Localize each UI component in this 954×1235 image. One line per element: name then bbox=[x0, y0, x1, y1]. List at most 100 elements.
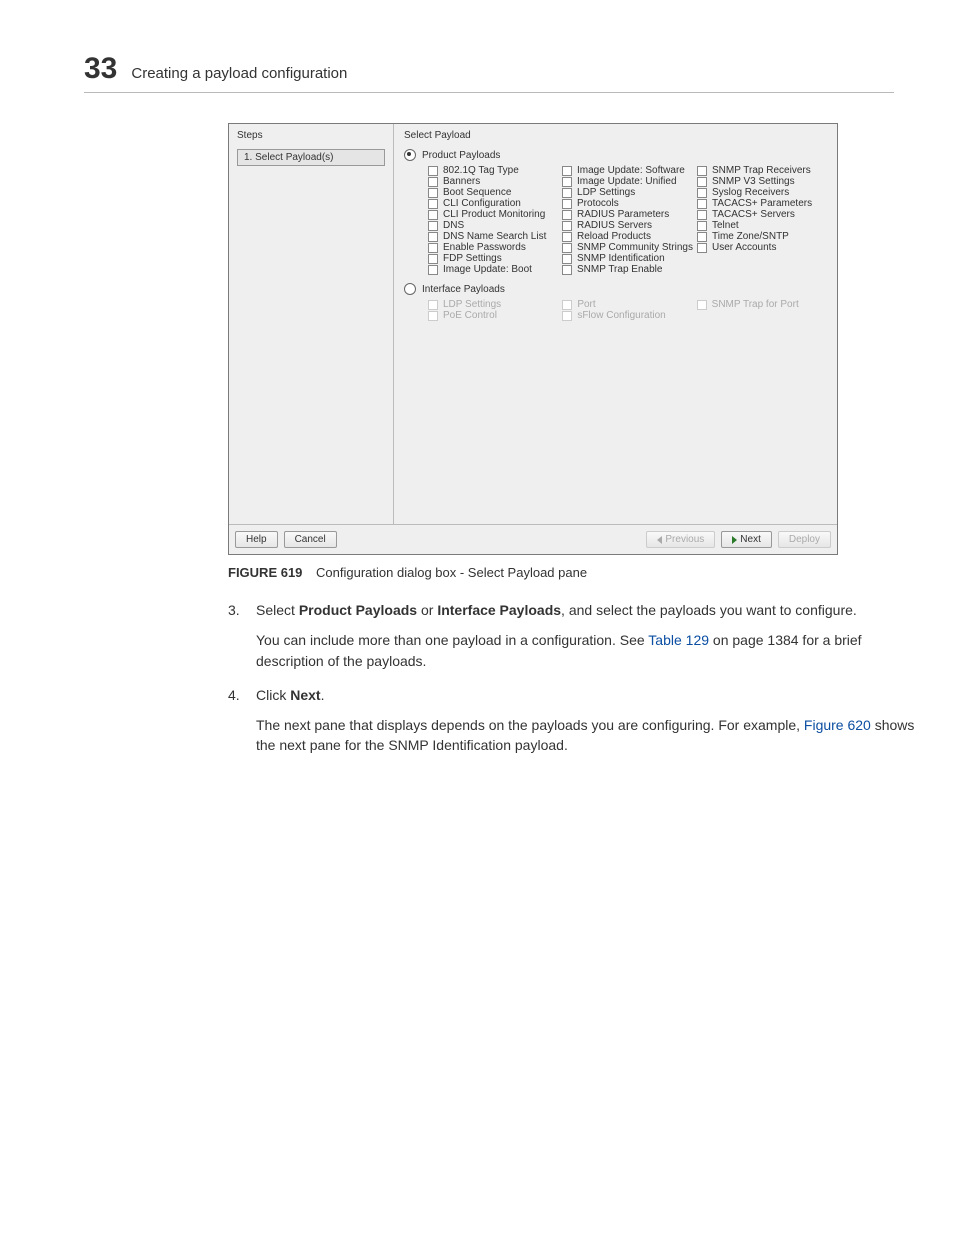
checkbox-icon bbox=[562, 311, 572, 321]
checkbox-icon bbox=[562, 177, 572, 187]
checkbox-item[interactable]: SNMP Community Strings bbox=[562, 242, 693, 253]
step-3: 3. Select Product Payloads or Interface … bbox=[228, 600, 928, 620]
body-text: 3. Select Product Payloads or Interface … bbox=[228, 600, 928, 756]
checkbox-item[interactable]: FDP Settings bbox=[428, 253, 558, 264]
checkbox-icon bbox=[562, 265, 572, 275]
checkbox-item: PoE Control bbox=[428, 310, 558, 321]
checkbox-item[interactable]: Image Update: Software bbox=[562, 165, 693, 176]
steps-label: Steps bbox=[237, 130, 385, 141]
checkbox-icon bbox=[428, 166, 438, 176]
checkbox-item: LDP Settings bbox=[428, 299, 558, 310]
checkbox-icon bbox=[697, 300, 707, 310]
checkbox-icon bbox=[428, 243, 438, 253]
step-number: 4. bbox=[228, 685, 246, 705]
checkbox-icon bbox=[428, 300, 438, 310]
checkbox-item[interactable]: CLI Product Monitoring bbox=[428, 209, 558, 220]
checkbox-item: Port bbox=[562, 299, 692, 310]
checkbox-icon bbox=[562, 254, 572, 264]
help-button[interactable]: Help bbox=[235, 531, 278, 548]
checkbox-icon bbox=[697, 221, 707, 231]
radio-icon bbox=[404, 149, 416, 161]
checkbox-item[interactable]: SNMP Identification bbox=[562, 253, 693, 264]
checkbox-icon bbox=[428, 177, 438, 187]
checkbox-icon bbox=[428, 221, 438, 231]
figure-number: FIGURE 619 bbox=[228, 565, 302, 580]
checkbox-icon bbox=[428, 265, 438, 275]
checkbox-item[interactable]: Image Update: Boot bbox=[428, 264, 558, 275]
product-payloads-radio[interactable]: Product Payloads bbox=[404, 149, 827, 161]
dialog-footer: Help Cancel Previous Next Deploy bbox=[229, 524, 837, 554]
checkbox-icon bbox=[562, 199, 572, 209]
checkbox-item[interactable]: Boot Sequence bbox=[428, 187, 558, 198]
checkbox-icon bbox=[562, 166, 572, 176]
radio-icon bbox=[404, 283, 416, 295]
interface-payloads-radio[interactable]: Interface Payloads bbox=[404, 283, 827, 295]
checkbox-icon bbox=[697, 166, 707, 176]
step-3-sub: You can include more than one payload in… bbox=[256, 630, 928, 671]
checkbox-item[interactable]: Syslog Receivers bbox=[697, 187, 827, 198]
checkbox-icon bbox=[697, 177, 707, 187]
checkbox-item[interactable]: 802.1Q Tag Type bbox=[428, 165, 558, 176]
cancel-button[interactable]: Cancel bbox=[284, 531, 337, 548]
select-payload-panel: Select Payload Product Payloads 802.1Q T… bbox=[394, 124, 837, 524]
figure-text: Configuration dialog box - Select Payloa… bbox=[316, 565, 587, 580]
checkbox-item[interactable]: DNS bbox=[428, 220, 558, 231]
checkbox-icon bbox=[697, 199, 707, 209]
deploy-button: Deploy bbox=[778, 531, 831, 548]
checkbox-item[interactable]: User Accounts bbox=[697, 242, 827, 253]
checkbox-icon bbox=[428, 188, 438, 198]
checkbox-icon bbox=[697, 210, 707, 220]
checkbox-item: SNMP Trap for Port bbox=[697, 299, 827, 310]
checkbox-item[interactable]: SNMP Trap Receivers bbox=[697, 165, 827, 176]
interface-payloads-grid: LDP Settings PoE Control Port sFlow Conf… bbox=[428, 299, 827, 321]
checkbox-icon bbox=[428, 210, 438, 220]
checkbox-icon bbox=[562, 300, 572, 310]
checkbox-icon bbox=[428, 254, 438, 264]
checkbox-item[interactable]: LDP Settings bbox=[562, 187, 693, 198]
previous-button: Previous bbox=[646, 531, 715, 548]
arrow-left-icon bbox=[657, 536, 662, 544]
checkbox-item[interactable]: Time Zone/SNTP bbox=[697, 231, 827, 242]
checkbox-item[interactable]: TACACS+ Servers bbox=[697, 209, 827, 220]
checkbox-item[interactable]: Reload Products bbox=[562, 231, 693, 242]
checkbox-icon bbox=[562, 243, 572, 253]
checkbox-icon bbox=[697, 243, 707, 253]
checkbox-item: sFlow Configuration bbox=[562, 310, 692, 321]
checkbox-item[interactable]: SNMP V3 Settings bbox=[697, 176, 827, 187]
radio-label: Interface Payloads bbox=[422, 284, 505, 295]
page-header: 33 Creating a payload configuration bbox=[84, 52, 894, 93]
checkbox-item[interactable]: CLI Configuration bbox=[428, 198, 558, 209]
checkbox-icon bbox=[697, 188, 707, 198]
checkbox-item[interactable]: RADIUS Servers bbox=[562, 220, 693, 231]
checkbox-item[interactable]: Banners bbox=[428, 176, 558, 187]
figure-caption: FIGURE 619 Configuration dialog box - Se… bbox=[228, 565, 894, 580]
checkbox-item[interactable]: Protocols bbox=[562, 198, 693, 209]
checkbox-item[interactable]: Image Update: Unified bbox=[562, 176, 693, 187]
checkbox-icon bbox=[428, 311, 438, 321]
checkbox-item[interactable]: Telnet bbox=[697, 220, 827, 231]
checkbox-icon bbox=[562, 221, 572, 231]
checkbox-icon bbox=[562, 232, 572, 242]
next-button[interactable]: Next bbox=[721, 531, 772, 548]
arrow-right-icon bbox=[732, 536, 737, 544]
configuration-dialog: Steps 1. Select Payload(s) Select Payloa… bbox=[228, 123, 838, 555]
checkbox-item[interactable]: TACACS+ Parameters bbox=[697, 198, 827, 209]
checkbox-item[interactable]: SNMP Trap Enable bbox=[562, 264, 693, 275]
step-4: 4. Click Next. bbox=[228, 685, 928, 705]
step-4-sub: The next pane that displays depends on t… bbox=[256, 715, 928, 756]
product-payloads-grid: 802.1Q Tag Type Banners Boot Sequence CL… bbox=[428, 165, 827, 275]
steps-panel: Steps 1. Select Payload(s) bbox=[229, 124, 394, 524]
checkbox-icon bbox=[428, 232, 438, 242]
panel-title: Select Payload bbox=[404, 130, 827, 141]
step-select-payloads[interactable]: 1. Select Payload(s) bbox=[237, 149, 385, 166]
chapter-title: Creating a payload configuration bbox=[131, 65, 347, 82]
checkbox-icon bbox=[428, 199, 438, 209]
table-129-link[interactable]: Table 129 bbox=[648, 632, 709, 648]
checkbox-item[interactable]: DNS Name Search List bbox=[428, 231, 558, 242]
step-number: 3. bbox=[228, 600, 246, 620]
figure-620-link[interactable]: Figure 620 bbox=[804, 717, 871, 733]
checkbox-item[interactable]: RADIUS Parameters bbox=[562, 209, 693, 220]
radio-label: Product Payloads bbox=[422, 150, 500, 161]
checkbox-item[interactable]: Enable Passwords bbox=[428, 242, 558, 253]
checkbox-icon bbox=[562, 210, 572, 220]
